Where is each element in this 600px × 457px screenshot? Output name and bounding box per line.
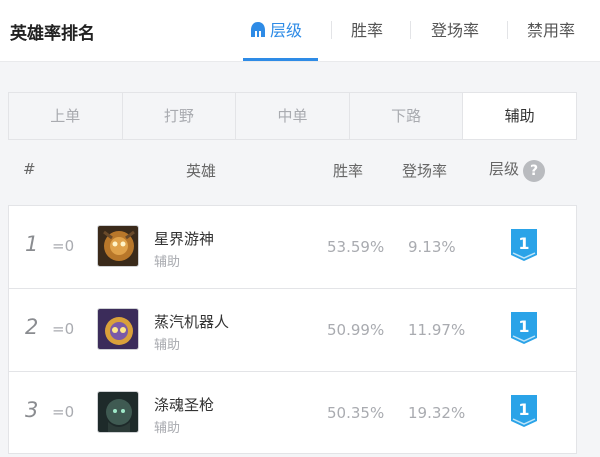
- rank-change: =0: [52, 320, 75, 338]
- hero-avatar: [97, 225, 139, 267]
- lane-mid[interactable]: 中单: [236, 93, 350, 139]
- col-rank: #: [23, 160, 36, 178]
- col-tier: 层级?: [489, 158, 546, 182]
- hero-role: 辅助: [154, 421, 181, 436]
- rank-number: 3: [25, 398, 39, 422]
- table-row[interactable]: 3 =0 涤魂圣枪 辅助 50.35% 19.32% 1: [8, 371, 577, 454]
- lane-jungle[interactable]: 打野: [123, 93, 237, 139]
- tier-value: 1: [518, 234, 529, 253]
- lane-top[interactable]: 上单: [9, 93, 123, 139]
- hero-table: 1 =0 星界游神 辅助 53.59% 9.13% 1 2 =0 蒸汽机器人 辅…: [8, 205, 577, 454]
- page-title: 英雄率排名: [10, 24, 95, 44]
- tier-badge-icon: 1: [509, 227, 539, 263]
- top-bar: 英雄率排名 层级 胜率 登场率 禁用率: [0, 0, 600, 62]
- col-hero: 英雄: [186, 162, 217, 180]
- hero-pickrate: 19.32%: [408, 404, 466, 422]
- lane-bottom[interactable]: 下路: [350, 93, 464, 139]
- table-row[interactable]: 1 =0 星界游神 辅助 53.59% 9.13% 1: [8, 205, 577, 288]
- tier-value: 1: [518, 400, 529, 419]
- hero-winrate: 53.59%: [327, 238, 385, 256]
- tier-badge-icon: 1: [509, 310, 539, 346]
- hero-avatar: [97, 391, 139, 433]
- hero-pickrate: 9.13%: [408, 238, 456, 256]
- hero-role: 辅助: [154, 338, 181, 353]
- active-tab-indicator: [243, 58, 318, 61]
- tab-pickrate[interactable]: 登场率: [431, 17, 479, 61]
- hero-name[interactable]: 星界游神: [154, 228, 214, 249]
- hero-name[interactable]: 蒸汽机器人: [154, 311, 229, 332]
- rank-change: =0: [52, 403, 75, 421]
- hero-winrate: 50.99%: [327, 321, 385, 339]
- tier-value: 1: [518, 317, 529, 336]
- rank-change: =0: [52, 237, 75, 255]
- tier-badge-icon: 1: [509, 393, 539, 429]
- tab-winrate[interactable]: 胜率: [351, 17, 383, 61]
- helmet-icon: [251, 22, 265, 37]
- col-winrate[interactable]: 胜率: [333, 160, 363, 181]
- hero-role: 辅助: [154, 255, 181, 270]
- col-tier-label: 层级: [489, 160, 520, 178]
- hero-pickrate: 11.97%: [408, 321, 466, 339]
- question-circle-icon[interactable]: ?: [523, 160, 546, 182]
- tab-divider: [410, 21, 411, 39]
- lane-support[interactable]: 辅助: [463, 93, 576, 139]
- col-pickrate[interactable]: 登场率: [402, 160, 447, 181]
- lane-selector: 上单 打野 中单 下路 辅助: [8, 92, 577, 140]
- tab-tier[interactable]: 层级: [250, 17, 302, 61]
- rank-number: 1: [25, 232, 39, 256]
- tab-divider: [507, 21, 508, 39]
- hero-avatar: [97, 308, 139, 350]
- tab-banrate[interactable]: 禁用率: [527, 17, 575, 61]
- hero-name[interactable]: 涤魂圣枪: [154, 394, 214, 415]
- tab-tier-label: 层级: [270, 21, 303, 40]
- hero-winrate: 50.35%: [327, 404, 385, 422]
- tab-divider: [331, 21, 332, 39]
- rank-number: 2: [25, 315, 39, 339]
- table-row[interactable]: 2 =0 蒸汽机器人 辅助 50.99% 11.97% 1: [8, 288, 577, 371]
